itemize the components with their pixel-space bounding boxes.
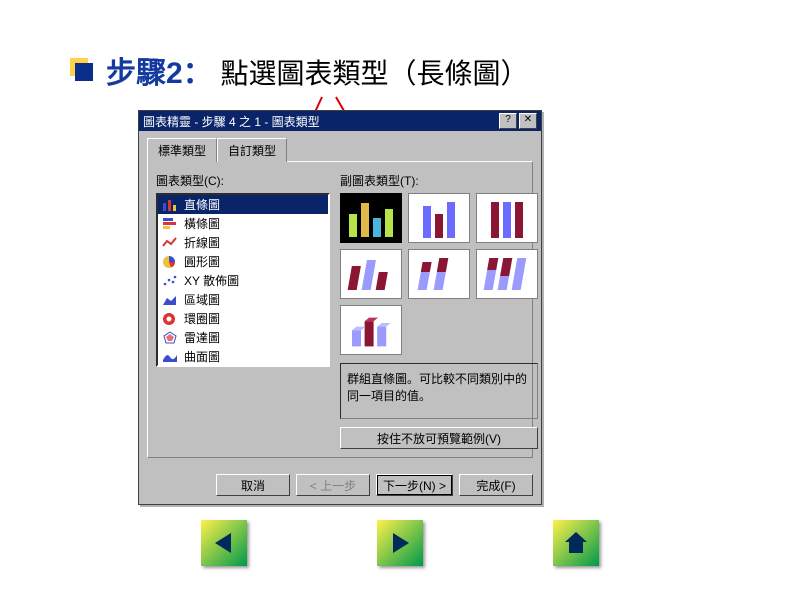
slide-bullet xyxy=(70,58,88,76)
list-item[interactable]: 環圈圖 xyxy=(158,309,328,328)
back-button[interactable]: < 上一步 xyxy=(296,474,370,496)
preview-button[interactable]: 按住不放可預覽範例(V) xyxy=(340,427,538,449)
list-item[interactable]: 雷達圖 xyxy=(158,328,328,347)
subtype-grid xyxy=(340,193,538,355)
list-item-label: 區域圖 xyxy=(184,291,220,308)
subtype-option[interactable] xyxy=(408,193,470,243)
subtype-option[interactable] xyxy=(476,193,538,243)
next-button[interactable]: 下一步(N) > xyxy=(376,474,453,496)
nav-home-button[interactable] xyxy=(553,520,599,566)
list-item-label: XY 散佈圖 xyxy=(184,272,239,289)
arrow-left-icon xyxy=(211,530,237,556)
subtype-label: 副圖表類型(T): xyxy=(340,172,538,189)
slide-nav xyxy=(0,520,800,566)
cancel-button[interactable]: 取消 xyxy=(216,474,290,496)
list-item[interactable]: 圓形圖 xyxy=(158,252,328,271)
area-chart-icon xyxy=(162,293,178,307)
tab-custom[interactable]: 自訂類型 xyxy=(217,138,287,162)
tab-standard[interactable]: 標準類型 xyxy=(147,138,217,162)
list-item-label: 雷達圖 xyxy=(184,329,220,346)
step-label: 步驟2： xyxy=(106,57,213,90)
subtype-option[interactable] xyxy=(476,249,538,299)
chart-type-label: 圖表類型(C): xyxy=(156,172,330,189)
home-icon xyxy=(562,529,590,557)
subtype-option[interactable] xyxy=(408,249,470,299)
chart-type-column: 圖表類型(C): 直條圖 橫條圖 xyxy=(156,170,330,449)
dialog-titlebar[interactable]: 圖表精靈 - 步驟 4 之 1 - 圖表類型 ? ✕ xyxy=(139,111,541,131)
column-chart-icon xyxy=(162,198,178,212)
subtype-column: 副圖表類型(T): xyxy=(340,170,538,449)
list-item[interactable]: 區域圖 xyxy=(158,290,328,309)
chart-type-list[interactable]: 直條圖 橫條圖 折線圖 xyxy=(156,193,330,367)
scatter-chart-icon xyxy=(162,274,178,288)
help-button[interactable]: ? xyxy=(499,113,517,129)
list-item-label: 橫條圖 xyxy=(184,215,220,232)
dialog-pane: 圖表類型(C): 直條圖 橫條圖 xyxy=(147,161,533,458)
instruction-text: 點選圖表類型（長條圖） xyxy=(220,58,528,89)
tab-strip: 標準類型 自訂類型 xyxy=(147,137,533,161)
arrow-right-icon xyxy=(387,530,413,556)
subtype-option[interactable] xyxy=(340,249,402,299)
list-item-label: 曲面圖 xyxy=(184,348,220,365)
slide-title: 步驟2： 點選圖表類型（長條圖） xyxy=(106,48,528,92)
subtype-option[interactable] xyxy=(340,305,402,355)
subtype-description: 群組直條圖。可比較不同類別中的同一項目的值。 xyxy=(340,363,538,419)
surface-chart-icon xyxy=(162,350,178,364)
list-item[interactable]: 直條圖 xyxy=(158,195,328,214)
bar-chart-icon xyxy=(162,217,178,231)
close-button[interactable]: ✕ xyxy=(519,113,537,129)
dialog-button-row: 取消 < 上一步 下一步(N) > 完成(F) xyxy=(139,466,541,504)
dialog-title: 圖表精靈 - 步驟 4 之 1 - 圖表類型 xyxy=(143,113,320,130)
line-chart-icon xyxy=(162,236,178,250)
nav-prev-button[interactable] xyxy=(201,520,247,566)
finish-button[interactable]: 完成(F) xyxy=(459,474,533,496)
list-item-label: 直條圖 xyxy=(184,196,220,213)
subtype-option[interactable] xyxy=(340,193,402,243)
nav-next-button[interactable] xyxy=(377,520,423,566)
list-item-label: 折線圖 xyxy=(184,234,220,251)
list-item-label: 環圈圖 xyxy=(184,310,220,327)
list-item-label: 圓形圖 xyxy=(184,253,220,270)
list-item[interactable]: 橫條圖 xyxy=(158,214,328,233)
radar-chart-icon xyxy=(162,331,178,345)
pie-chart-icon xyxy=(162,255,178,269)
chart-wizard-dialog: 圖表精靈 - 步驟 4 之 1 - 圖表類型 ? ✕ 標準類型 自訂類型 圖表類… xyxy=(138,110,542,505)
list-item[interactable]: 曲面圖 xyxy=(158,347,328,366)
doughnut-chart-icon xyxy=(162,312,178,326)
list-item[interactable]: XY 散佈圖 xyxy=(158,271,328,290)
list-item[interactable]: 折線圖 xyxy=(158,233,328,252)
